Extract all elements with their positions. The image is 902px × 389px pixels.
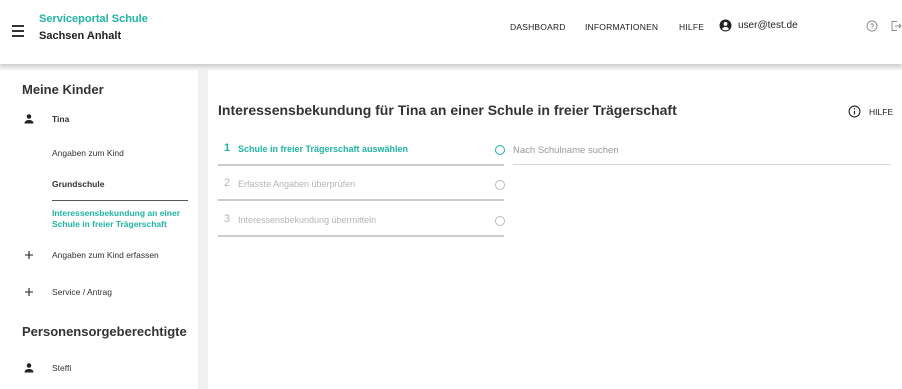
brand-title: Serviceportal Schule xyxy=(39,13,148,25)
step-label: Interessensbekundung übermitteln xyxy=(238,215,377,225)
sidebar-item-child[interactable]: Tina xyxy=(0,112,198,126)
step-label: Erfasste Angaben überprüfen xyxy=(238,179,356,189)
plus-icon xyxy=(25,288,33,296)
sidebar-item-label: Grundschule xyxy=(52,179,105,189)
person-icon xyxy=(24,114,34,124)
children-heading: Meine Kinder xyxy=(22,82,104,97)
user-menu[interactable]: user@test.de xyxy=(719,19,798,32)
step-radio-icon xyxy=(495,216,505,226)
sidebar-item-angaben-zum-kind[interactable]: Angaben zum Kind xyxy=(0,147,198,159)
main-card: Interessensbekundung für Tina an einer S… xyxy=(208,70,902,389)
step-number: 3 xyxy=(224,213,231,225)
nav-dashboard[interactable]: DASHBOARD xyxy=(510,22,566,32)
step-label: Schule in freier Trägerschaft auswählen xyxy=(238,144,409,154)
sidebar-item-add-child[interactable]: Angaben zum Kind erfassen xyxy=(0,249,198,261)
help-button[interactable]: HILFE xyxy=(848,105,893,118)
step-1[interactable]: 1 Schule in freier Trägerschaft auswähle… xyxy=(218,134,505,166)
nav-hilfe[interactable]: HILFE xyxy=(679,22,704,32)
step-number: 1 xyxy=(224,142,231,154)
sidebar-item-label: Angaben zum Kind erfassen xyxy=(52,250,159,260)
sidebar-item-label: Interessensbekundung an einer Schule in … xyxy=(52,208,181,229)
brand-subtitle: Sachsen Anhalt xyxy=(39,30,122,42)
person-icon xyxy=(24,363,34,373)
plus-icon xyxy=(25,251,33,259)
app-header: Serviceportal Schule Sachsen Anhalt DASH… xyxy=(0,0,902,64)
divider xyxy=(52,200,188,201)
step-3[interactable]: 3 Interessensbekundung übermitteln xyxy=(218,205,505,237)
step-2[interactable]: 2 Erfasste Angaben überprüfen xyxy=(218,169,505,201)
step-radio-icon xyxy=(495,145,505,155)
sidebar-item-guardian[interactable]: Steffi xyxy=(0,361,198,375)
school-search xyxy=(513,140,890,165)
help-circle-icon[interactable] xyxy=(866,20,878,32)
child-name: Tina xyxy=(52,114,70,124)
page-title: Interessensbekundung für Tina an einer S… xyxy=(218,102,677,118)
step-number: 2 xyxy=(224,177,231,189)
sidebar: Meine Kinder Tina Angaben zum Kind Grund… xyxy=(0,70,198,389)
sidebar-item-label: Service / Antrag xyxy=(52,287,113,297)
info-icon xyxy=(848,105,861,118)
sidebar-item-interessensbekundung[interactable]: Interessensbekundung an einer Schule in … xyxy=(0,206,198,232)
help-label: HILFE xyxy=(869,106,894,117)
brand[interactable]: Serviceportal Schule Sachsen Anhalt xyxy=(39,12,148,43)
sidebar-item-service[interactable]: Service / Antrag xyxy=(0,286,198,298)
nav-informationen[interactable]: INFORMATIONEN xyxy=(585,22,658,32)
guardians-heading: Personensorgeberechtigte xyxy=(22,324,187,339)
user-email: user@test.de xyxy=(738,20,798,31)
account-circle-icon xyxy=(719,19,732,32)
guardian-name: Steffi xyxy=(52,363,72,373)
step-radio-icon xyxy=(495,180,505,190)
sidebar-item-label: Angaben zum Kind xyxy=(52,148,124,158)
sidebar-item-grundschule[interactable]: Grundschule xyxy=(0,178,198,190)
search-input[interactable] xyxy=(513,143,890,156)
menu-icon[interactable] xyxy=(12,25,24,37)
logout-icon[interactable] xyxy=(890,20,902,32)
